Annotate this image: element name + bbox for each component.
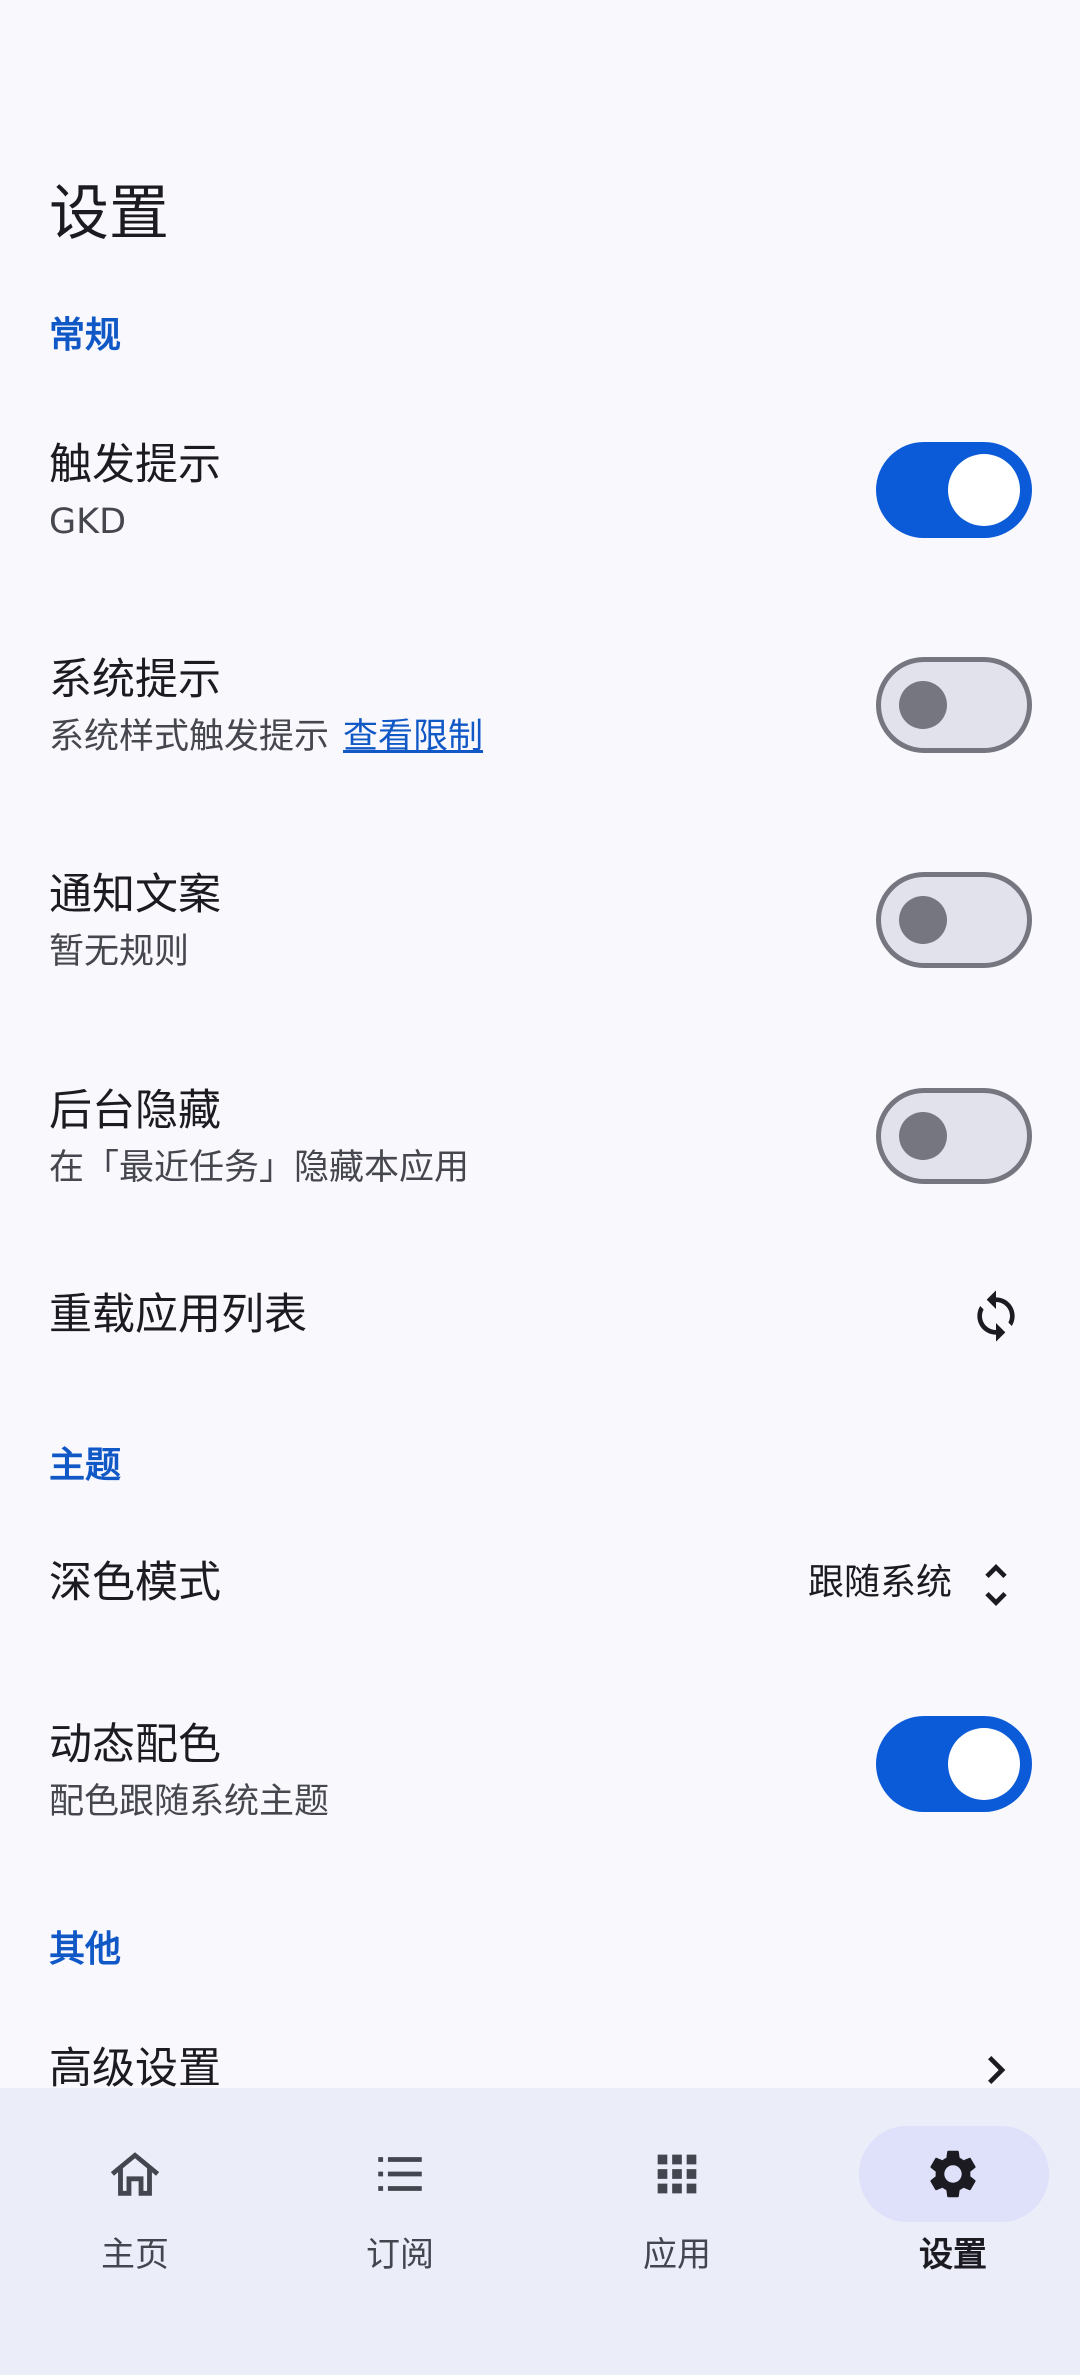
view-limits-link[interactable]: 查看限制 [343, 717, 483, 757]
setting-row-reload-apps[interactable]: 重载应用列表 [0, 1262, 1080, 1372]
nav-item-settings[interactable]: 设置 [818, 2088, 1080, 2288]
setting-row-system-tip[interactable]: 系统提示 系统样式触发提示 查看限制 [0, 633, 1080, 783]
setting-row-dynamic-color[interactable]: 动态配色 配色跟随系统主题 [0, 1698, 1080, 1848]
bottom-navigation-bar: 主页 订阅 应用 设置 [0, 2088, 1080, 2375]
row-subtitle: 配色跟随系统主题 [49, 1782, 330, 1822]
switch-knob [899, 1112, 947, 1160]
dynamic-color-switch[interactable] [876, 1716, 1032, 1812]
row-title: 后台隐藏 [49, 1086, 221, 1136]
refresh-icon[interactable] [968, 1288, 1024, 1344]
gear-icon [930, 2150, 976, 2198]
notify-text-switch[interactable] [876, 872, 1032, 968]
row-subtitle: 在「最近任务」隐藏本应用 [49, 1148, 470, 1188]
page-title: 设置 [49, 179, 169, 249]
nav-label-subscriptions: 订阅 [366, 2235, 434, 2275]
trigger-tip-switch[interactable] [876, 442, 1032, 538]
row-title: 系统提示 [49, 655, 221, 705]
unfold-icon[interactable] [968, 1555, 1024, 1615]
nav-label-settings: 设置 [919, 2235, 987, 2275]
dark-mode-value[interactable]: 跟随系统 [808, 1561, 952, 1605]
nav-label-home: 主页 [101, 2235, 169, 2275]
row-title: 动态配色 [49, 1720, 221, 1770]
row-subtitle: 暂无规则 [49, 932, 190, 972]
system-tip-switch[interactable] [876, 657, 1032, 753]
nav-label-apps: 应用 [643, 2235, 711, 2275]
row-subtitle: 系统样式触发提示 查看限制 [49, 715, 483, 759]
hide-recent-switch[interactable] [876, 1088, 1032, 1184]
row-title: 通知文案 [49, 870, 221, 920]
home-icon [110, 2152, 160, 2196]
setting-row-notify-text[interactable]: 通知文案 暂无规则 [0, 848, 1080, 998]
section-header-other: 其他 [49, 1929, 122, 1970]
row-title: 触发提示 [49, 440, 221, 490]
row-title: 重载应用列表 [49, 1290, 307, 1340]
section-header-theme: 主题 [49, 1445, 122, 1486]
setting-row-dark-mode[interactable]: 深色模式 跟随系统 [0, 1530, 1080, 1640]
nav-item-home[interactable]: 主页 [0, 2088, 270, 2288]
row-subtitle-text: 系统样式触发提示 [49, 717, 330, 757]
setting-row-hide-recent[interactable]: 后台隐藏 在「最近任务」隐藏本应用 [0, 1064, 1080, 1214]
list-icon [378, 2157, 422, 2191]
switch-knob [948, 1728, 1020, 1800]
switch-knob [899, 896, 947, 944]
setting-row-trigger-tip[interactable]: 触发提示 GKD [0, 418, 1080, 568]
row-title: 深色模式 [49, 1558, 221, 1608]
apps-grid-icon [657, 2154, 697, 2194]
switch-knob [899, 681, 947, 729]
row-subtitle: GKD [49, 502, 127, 542]
nav-item-apps[interactable]: 应用 [542, 2088, 812, 2288]
switch-knob [948, 454, 1020, 526]
section-header-general: 常规 [49, 315, 122, 356]
nav-item-subscriptions[interactable]: 订阅 [265, 2088, 535, 2288]
